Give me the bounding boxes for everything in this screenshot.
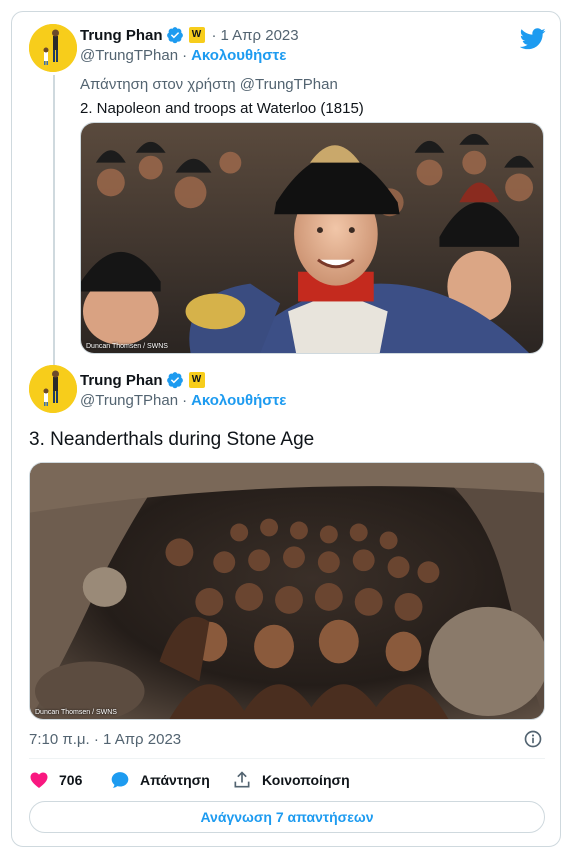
tweet-timestamp[interactable]: 7:10 π.μ. · 1 Απρ 2023 bbox=[29, 731, 181, 748]
follow-link[interactable]: Ακολουθήστε bbox=[191, 392, 286, 409]
divider bbox=[29, 758, 545, 759]
avatar[interactable] bbox=[29, 365, 77, 413]
affiliate-badge: W bbox=[188, 27, 205, 43]
thread-line bbox=[53, 75, 55, 373]
avatar[interactable] bbox=[29, 24, 77, 72]
read-replies-button[interactable]: Ανάγνωση 7 απαντήσεων bbox=[29, 801, 545, 833]
author-handle[interactable]: @TrungTPhan bbox=[80, 47, 178, 64]
share-label: Κοινοποίηση bbox=[262, 772, 350, 788]
separator-dot: · bbox=[211, 26, 217, 44]
share-button[interactable]: Κοινοποίηση bbox=[232, 770, 350, 790]
tweet-text: 3. Neanderthals during Stone Age bbox=[29, 429, 315, 450]
tweet-date[interactable]: 1 Απρ 2023 bbox=[221, 27, 299, 44]
affiliate-badge: W bbox=[188, 372, 205, 388]
tweet-card: Trung Phan W · 1 Απρ 2023 @TrungTPhan · Ακ… bbox=[11, 11, 561, 847]
author-name[interactable]: Trung Phan bbox=[80, 27, 163, 44]
author-name[interactable]: Trung Phan bbox=[80, 372, 163, 389]
like-button[interactable]: 706 bbox=[29, 770, 82, 790]
reply-button[interactable]: Απάντηση bbox=[110, 770, 210, 790]
reply-to-text[interactable]: Απάντηση στον χρήστη @TrungTPhan bbox=[80, 76, 338, 93]
share-icon bbox=[234, 771, 250, 788]
twitter-bird-icon[interactable] bbox=[520, 28, 546, 50]
handle-row: @TrungTPhan · Ακολουθήστε bbox=[80, 392, 287, 409]
verified-icon bbox=[166, 27, 183, 44]
verified-icon bbox=[166, 372, 183, 389]
reply-icon bbox=[111, 772, 129, 788]
like-count: 706 bbox=[59, 772, 83, 788]
image-credit: Duncan Thomsen / SWNS bbox=[86, 343, 168, 350]
tweet-text: 2. Napoleon and troops at Waterloo (1815… bbox=[80, 100, 364, 117]
reply-label: Απάντηση bbox=[140, 772, 210, 788]
heart-icon bbox=[30, 772, 48, 788]
author-row: Trung Phan W bbox=[80, 371, 205, 389]
handle-row: @TrungTPhan · Ακολουθήστε bbox=[80, 47, 287, 64]
tweet-image-napoleon[interactable]: Duncan Thomsen / SWNS bbox=[80, 122, 544, 354]
tweet-image-neanderthals[interactable]: Duncan Thomsen / SWNS bbox=[29, 462, 545, 720]
image-credit: Duncan Thomsen / SWNS bbox=[35, 709, 117, 716]
author-row: Trung Phan W · 1 Απρ 2023 bbox=[80, 26, 299, 44]
info-icon[interactable] bbox=[523, 729, 543, 749]
follow-link[interactable]: Ακολουθήστε bbox=[191, 47, 286, 64]
author-handle[interactable]: @TrungTPhan bbox=[80, 392, 178, 409]
